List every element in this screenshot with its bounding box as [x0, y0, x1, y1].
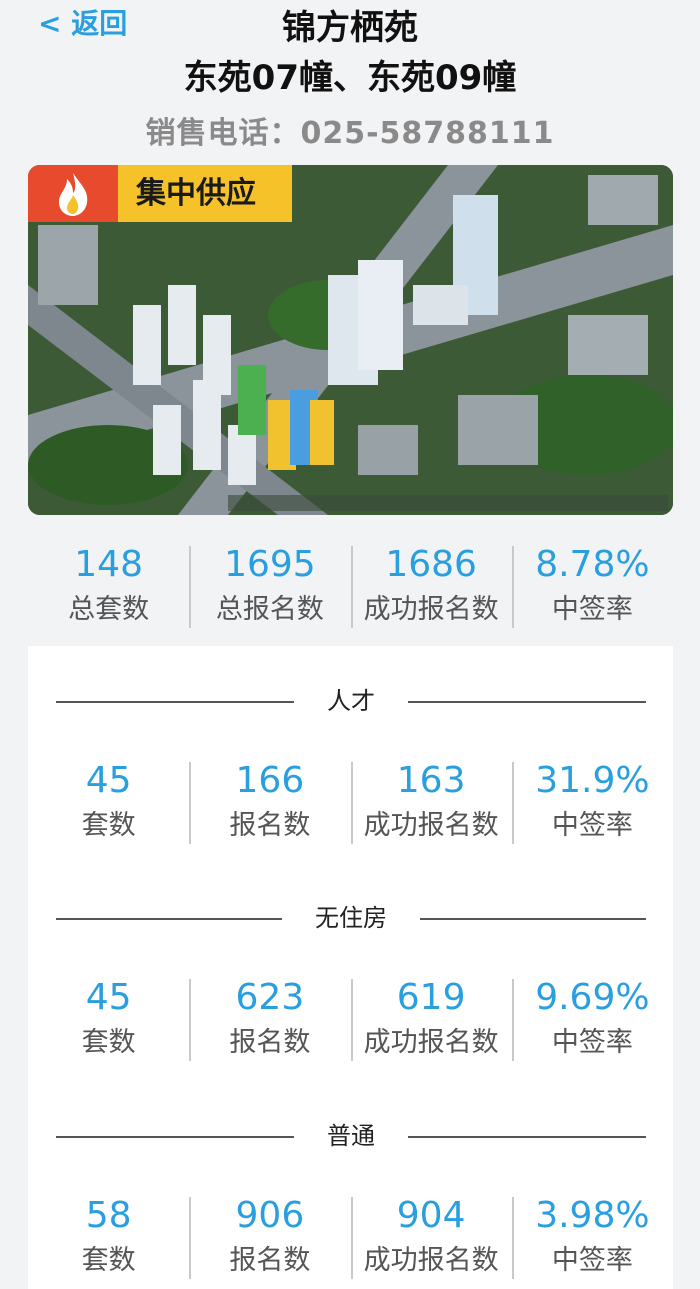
stat-registrations: 623 报名数 [189, 973, 350, 1063]
stat-units: 45 套数 [28, 756, 189, 846]
stat-label: 成功报名数 [363, 1245, 499, 1276]
stat-value: 31.9% [535, 760, 650, 801]
stat-units: 58 套数 [28, 1191, 189, 1281]
stat-value: 623 [235, 977, 305, 1018]
stat-label: 中签率 [551, 1027, 633, 1058]
stat-total-registrations: 1695 总报名数 [189, 540, 350, 630]
stat-label: 总报名数 [215, 594, 324, 625]
stat-label: 套数 [81, 810, 136, 841]
stat-value: 58 [85, 1195, 132, 1236]
fire-icon [28, 165, 118, 222]
stat-label: 成功报名数 [363, 594, 499, 625]
stat-units: 45 套数 [28, 973, 189, 1063]
stat-win-rate: 9.69% 中签率 [511, 973, 673, 1063]
stat-registrations: 166 报名数 [189, 756, 350, 846]
building-name: 东苑07幢、东苑09幢 [183, 58, 517, 98]
supply-badge: 集中供应 [28, 165, 292, 222]
stat-value: 148 [74, 544, 143, 585]
stat-value: 1686 [385, 544, 477, 585]
stat-successful-registrations: 619 成功报名数 [350, 973, 512, 1063]
stat-label: 中签率 [551, 1245, 633, 1276]
stat-label: 报名数 [229, 810, 311, 841]
section-header-no-housing: 无住房 [56, 898, 646, 938]
section-header-regular: 普通 [56, 1116, 646, 1156]
stat-successful-registrations: 904 成功报名数 [350, 1191, 512, 1281]
stat-successful-registrations: 163 成功报名数 [350, 756, 512, 846]
back-button[interactable]: < 返回 [38, 2, 127, 42]
stat-value: 619 [396, 977, 466, 1018]
stat-value: 904 [396, 1195, 466, 1236]
stat-registrations: 906 报名数 [189, 1191, 350, 1281]
stat-label: 中签率 [551, 594, 633, 625]
stat-value: 1695 [224, 544, 316, 585]
stat-win-rate: 8.78% 中签率 [511, 540, 673, 630]
section-title: 无住房 [315, 904, 387, 932]
stat-label: 报名数 [229, 1027, 311, 1058]
stat-label: 报名数 [229, 1245, 311, 1276]
stat-value: 163 [396, 760, 466, 801]
stat-value: 8.78% [535, 544, 650, 585]
section-title: 普通 [327, 1122, 375, 1150]
stat-label: 成功报名数 [363, 1027, 499, 1058]
stat-label: 套数 [81, 1027, 136, 1058]
stat-win-rate: 3.98% 中签率 [511, 1191, 673, 1281]
stat-total-units: 148 总套数 [28, 540, 189, 630]
section-stats-talent: 45 套数 166 报名数 163 成功报名数 31.9% 中签率 [28, 756, 673, 846]
stat-value: 45 [85, 760, 132, 801]
stat-value: 3.98% [535, 1195, 650, 1236]
section-stats-regular: 58 套数 906 报名数 904 成功报名数 3.98% 中签率 [28, 1191, 673, 1281]
stat-successful-registrations: 1686 成功报名数 [350, 540, 512, 630]
header: 锦方栖苑 < 返回 东苑07幢、东苑09幢 销售电话：025-58788111 [0, 0, 700, 160]
sales-phone[interactable]: 销售电话：025-58788111 [0, 108, 700, 152]
supply-badge-label: 集中供应 [118, 165, 292, 222]
project-rendering-image: 集中供应 [28, 165, 673, 515]
stat-win-rate: 31.9% 中签率 [511, 756, 673, 846]
section-title: 人才 [327, 687, 375, 715]
stat-label: 成功报名数 [363, 810, 499, 841]
section-header-talent: 人才 [56, 681, 646, 721]
stat-value: 166 [235, 760, 305, 801]
stat-label: 套数 [81, 1245, 136, 1276]
section-stats-no-housing: 45 套数 623 报名数 619 成功报名数 9.69% 中签率 [28, 973, 673, 1063]
stat-value: 45 [85, 977, 132, 1018]
category-breakdown-panel: 人才 45 套数 166 报名数 163 成功报名数 31.9% 中签率 无住房… [28, 646, 673, 1289]
stat-value: 906 [235, 1195, 305, 1236]
summary-stats: 148 总套数 1695 总报名数 1686 成功报名数 8.78% 中签率 [28, 540, 673, 630]
stat-label: 中签率 [551, 810, 633, 841]
stat-value: 9.69% [535, 977, 650, 1018]
stat-label: 总套数 [68, 594, 150, 625]
